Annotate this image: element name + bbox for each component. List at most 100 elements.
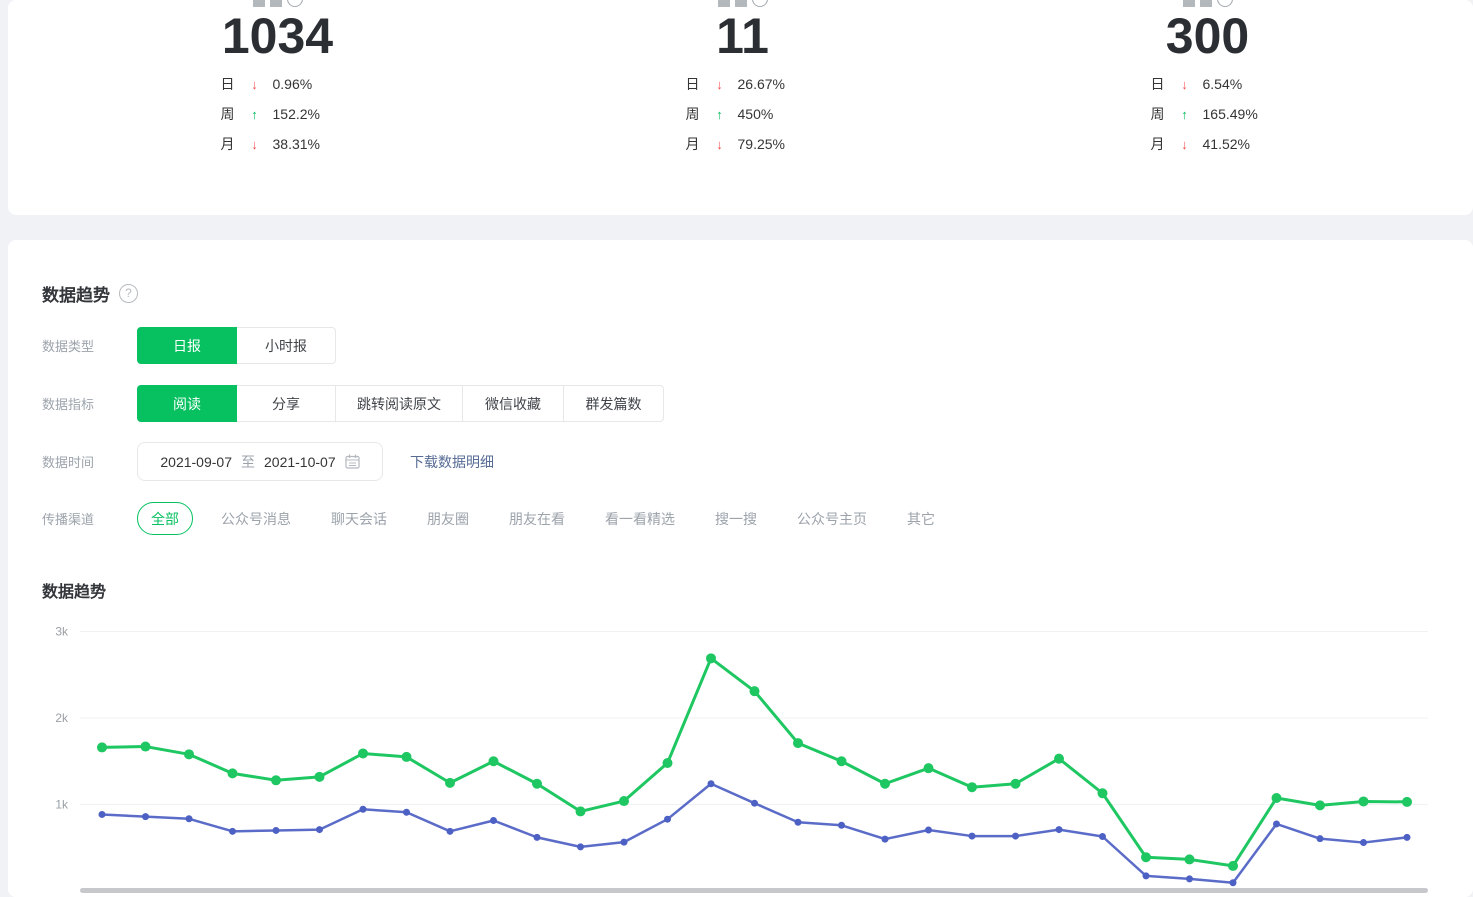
help-icon[interactable]: ?	[119, 284, 138, 303]
channel-chat-session[interactable]: 聊天会话	[331, 509, 387, 529]
stat-row-day: 日 ↓ 6.54%	[975, 69, 1440, 99]
data-point-blue[interactable]	[229, 827, 236, 835]
data-point-blue[interactable]	[1055, 826, 1063, 834]
data-point-blue[interactable]	[1273, 820, 1280, 828]
tab-hourly-report[interactable]: 小时报	[236, 327, 336, 364]
data-point-green[interactable]	[880, 778, 890, 789]
filter-label: 数据指标	[42, 397, 95, 412]
data-point-blue[interactable]	[490, 817, 497, 825]
tab-mass-send-count[interactable]: 群发篇数	[563, 385, 664, 422]
data-point-blue[interactable]	[707, 780, 715, 788]
data-point-blue[interactable]	[533, 833, 541, 841]
data-point-green[interactable]	[575, 806, 586, 817]
data-point-blue[interactable]	[1316, 835, 1324, 843]
tab-wechat-favorite[interactable]: 微信收藏	[462, 385, 564, 422]
data-point-blue[interactable]	[1012, 832, 1019, 840]
stat-rows: 日 ↓ 6.54% 周 ↑ 165.49% 月 ↓ 41.52%	[975, 69, 1440, 159]
data-point-blue[interactable]	[272, 826, 280, 834]
channel-moments[interactable]: 朋友圈	[427, 509, 469, 529]
data-point-blue[interactable]	[359, 805, 367, 813]
data-point-blue[interactable]	[881, 835, 889, 843]
stat-row-day: 日 ↓ 26.67%	[510, 69, 975, 99]
filter-row-data-metric: 数据指标 阅读 分享 跳转阅读原文 微信收藏 群发篇数	[42, 385, 664, 422]
data-point-green[interactable]	[1358, 796, 1369, 807]
data-point-blue[interactable]	[1360, 839, 1367, 847]
data-point-green[interactable]	[227, 768, 238, 779]
data-point-green[interactable]	[1097, 788, 1108, 799]
data-point-green[interactable]	[532, 778, 542, 789]
data-point-green[interactable]	[923, 763, 934, 774]
data-point-green[interactable]	[1141, 852, 1151, 863]
data-point-green[interactable]	[662, 757, 673, 768]
channel-account-homepage[interactable]: 公众号主页	[797, 509, 867, 529]
channel-official-account-message[interactable]: 公众号消息	[221, 509, 291, 529]
data-point-green[interactable]	[619, 796, 629, 807]
data-point-blue[interactable]	[1229, 879, 1237, 887]
data-point-blue[interactable]	[577, 843, 584, 851]
clipped-glyph	[734, 0, 747, 7]
data-point-green[interactable]	[97, 742, 107, 753]
info-icon	[1216, 0, 1233, 7]
date-range-picker[interactable]: 2021-09-07 至 2021-10-07	[137, 442, 383, 481]
data-point-green[interactable]	[488, 756, 499, 767]
data-point-blue[interactable]	[446, 827, 454, 835]
data-point-blue[interactable]	[142, 813, 149, 821]
data-point-green[interactable]	[358, 748, 368, 759]
data-point-blue[interactable]	[1099, 833, 1106, 841]
channel-friends-reading[interactable]: 朋友在看	[509, 509, 565, 529]
filter-row-data-time: 数据时间 2021-09-07 至 2021-10-07 下载数据明细	[42, 442, 494, 481]
tab-share[interactable]: 分享	[236, 385, 336, 422]
data-point-blue[interactable]	[751, 799, 758, 807]
data-point-green[interactable]	[445, 777, 455, 788]
data-point-green[interactable]	[1271, 793, 1282, 804]
stat-row-day: 日 ↓ 0.96%	[45, 69, 510, 99]
clipped-title-fragment	[252, 0, 303, 7]
data-point-blue[interactable]	[968, 832, 976, 840]
data-point-blue[interactable]	[1142, 872, 1150, 880]
data-point-green[interactable]	[706, 653, 716, 664]
data-point-green[interactable]	[793, 738, 803, 749]
data-point-blue[interactable]	[316, 826, 323, 834]
trend-chart-svg[interactable]: 1k 2k 3k	[8, 610, 1473, 897]
data-point-green[interactable]	[271, 775, 281, 786]
channel-other[interactable]: 其它	[907, 509, 935, 529]
arrow-up-icon: ↑	[251, 106, 258, 122]
tab-read[interactable]: 阅读	[137, 385, 237, 422]
data-point-green[interactable]	[1054, 753, 1064, 764]
data-point-green[interactable]	[967, 782, 977, 793]
data-point-green[interactable]	[1315, 800, 1325, 811]
y-axis-tick-label: 2k	[55, 711, 69, 725]
channel-all[interactable]: 全部	[137, 502, 193, 535]
data-point-green[interactable]	[1228, 860, 1238, 871]
data-point-green[interactable]	[1402, 796, 1412, 807]
data-point-blue[interactable]	[925, 826, 932, 834]
channel-search[interactable]: 搜一搜	[715, 509, 757, 529]
chart-scrollbar[interactable]	[80, 888, 1428, 893]
data-point-blue[interactable]	[664, 815, 671, 823]
clipped-glyph	[269, 0, 282, 7]
data-point-blue[interactable]	[794, 818, 802, 826]
data-point-green[interactable]	[1010, 778, 1021, 789]
data-point-blue[interactable]	[185, 815, 193, 823]
data-point-green[interactable]	[836, 756, 847, 767]
data-point-blue[interactable]	[838, 821, 845, 829]
data-point-green[interactable]	[314, 771, 325, 782]
data-point-green[interactable]	[749, 686, 760, 697]
calendar-icon	[345, 454, 360, 469]
data-point-blue[interactable]	[98, 810, 106, 818]
stat-rows: 日 ↓ 0.96% 周 ↑ 152.2% 月 ↓ 38.31%	[45, 69, 510, 159]
tab-jump-original-article[interactable]: 跳转阅读原文	[335, 385, 463, 422]
data-point-green[interactable]	[401, 751, 412, 762]
data-point-blue[interactable]	[403, 808, 410, 816]
data-point-green[interactable]	[140, 741, 151, 752]
tab-daily-report[interactable]: 日报	[137, 327, 237, 364]
download-data-link[interactable]: 下载数据明细	[410, 452, 494, 472]
data-point-green[interactable]	[184, 749, 194, 760]
clipped-glyph	[252, 0, 265, 7]
data-point-blue[interactable]	[1186, 875, 1193, 883]
channel-top-stories[interactable]: 看一看精选	[605, 509, 675, 529]
trend-chart[interactable]: 1k 2k 3k	[8, 610, 1473, 897]
data-point-green[interactable]	[1184, 854, 1195, 865]
data-point-blue[interactable]	[620, 838, 628, 846]
data-point-blue[interactable]	[1403, 833, 1411, 841]
